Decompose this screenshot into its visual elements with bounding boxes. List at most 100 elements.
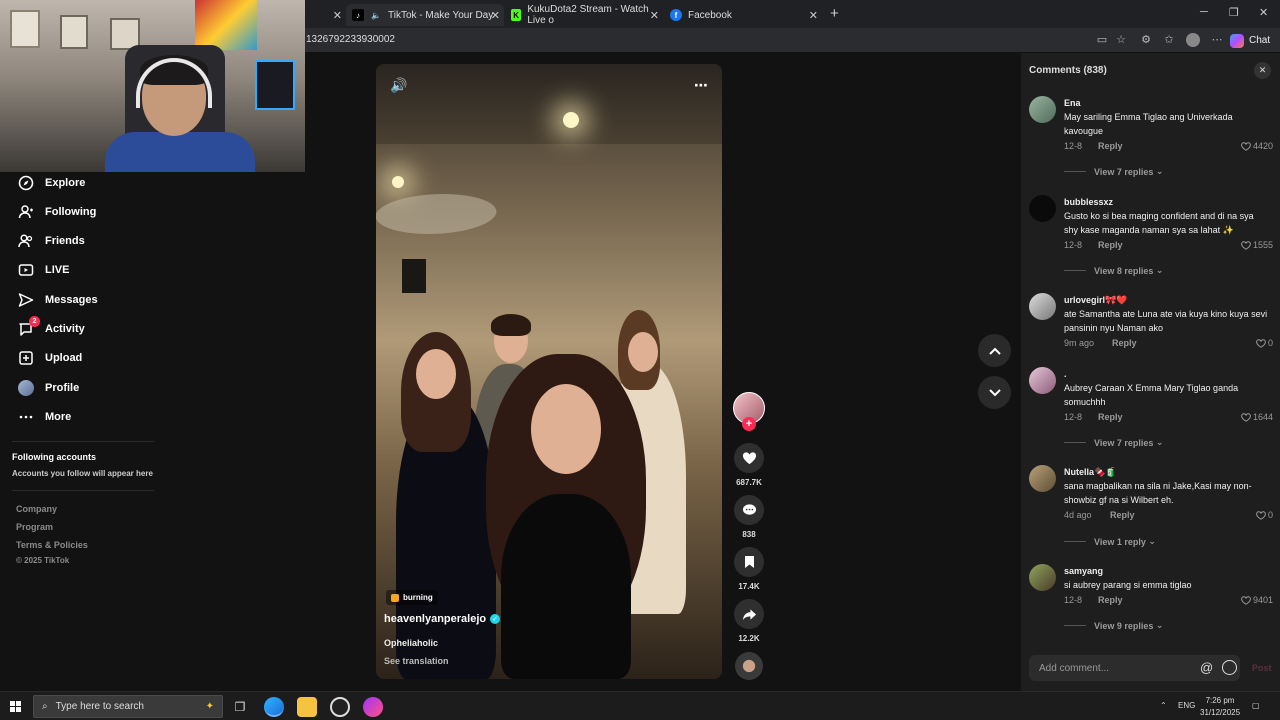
comment-avatar[interactable] — [1029, 195, 1056, 222]
comment-avatar[interactable] — [1029, 367, 1056, 394]
reply-button[interactable]: Reply — [1098, 595, 1123, 605]
view-replies[interactable]: View 1 reply ⌄ — [1064, 536, 1156, 547]
windows-start-icon[interactable] — [10, 701, 22, 713]
minimize-icon[interactable]: ─ — [1200, 6, 1208, 18]
sidebar-item-explore[interactable]: Explore — [18, 173, 85, 193]
close-tab-icon[interactable]: ✕ — [333, 9, 342, 22]
tray-chevron-icon[interactable]: ⌃ — [1160, 701, 1167, 710]
comment-author[interactable]: samyang — [1064, 566, 1103, 576]
comment-like-button[interactable]: 1555 — [1237, 240, 1273, 250]
view-replies[interactable]: View 7 replies ⌄ — [1064, 166, 1163, 177]
like-button[interactable]: 687.7K — [733, 443, 765, 487]
chevron-up-icon — [988, 347, 1001, 355]
close-tab-icon[interactable]: ✕ — [650, 9, 659, 22]
sidebar-item-upload[interactable]: Upload — [18, 348, 82, 368]
file-explorer-icon[interactable] — [297, 697, 317, 717]
comment-like-button[interactable]: 4420 — [1237, 141, 1273, 151]
view-replies[interactable]: View 8 replies ⌄ — [1064, 265, 1163, 276]
comment-author[interactable]: bubblessxz — [1064, 197, 1113, 207]
extensions-icon[interactable]: ⚙ — [1139, 33, 1153, 47]
comments-panel: Comments (838) ✕ Ena May sariling Emma T… — [1021, 53, 1280, 691]
comment-button[interactable]: 838 — [733, 495, 765, 539]
messenger-icon[interactable] — [363, 697, 383, 717]
reply-button[interactable]: Reply — [1098, 412, 1123, 422]
comment-author[interactable]: Ena — [1064, 98, 1081, 108]
comment-avatar[interactable] — [1029, 465, 1056, 492]
sidebar-item-label: More — [45, 411, 72, 423]
reply-button[interactable]: Reply — [1112, 338, 1137, 348]
taskbar-clock[interactable]: 7:26 pm 31/12/2025 — [1200, 695, 1240, 719]
video-username[interactable]: heavenlyanperalejo ✓ — [384, 613, 501, 625]
sidebar-item-messages[interactable]: Messages — [18, 290, 98, 310]
comment-avatar[interactable] — [1029, 564, 1056, 591]
view-replies[interactable]: View 7 replies ⌄ — [1064, 437, 1163, 448]
comment-like-button[interactable]: 9401 — [1237, 595, 1273, 605]
tab-facebook[interactable]: f Facebook ✕ — [664, 4, 822, 26]
reply-button[interactable]: Reply — [1098, 141, 1123, 151]
close-tab-icon[interactable]: ✕ — [491, 9, 500, 22]
video-player[interactable]: 🔊 ⋯ burning heavenlyanperalejo ✓ Ophelia… — [376, 64, 722, 679]
tiktok-icon: ♪ — [352, 9, 364, 21]
sidebar-item-following[interactable]: Following — [18, 202, 96, 222]
close-icon[interactable]: ✕ — [1254, 62, 1271, 79]
share-button[interactable]: 12.2K — [733, 599, 765, 643]
comment-text: ate Samantha ate Luna ate via kuya kino … — [1064, 309, 1268, 333]
sidebar-item-activity[interactable]: 2 Activity — [18, 316, 85, 339]
tab-kuku[interactable]: K KukuDota2 Stream - Watch Live o ✕ — [505, 4, 663, 26]
footer-link-terms[interactable]: Terms & Policies — [16, 540, 88, 550]
music-disc[interactable] — [735, 652, 763, 680]
favorites-icon[interactable]: ✩ — [1162, 33, 1176, 47]
copilot-chat-button[interactable]: Chat — [1230, 32, 1270, 49]
follow-plus-icon[interactable]: + — [742, 417, 756, 431]
comment-like-button[interactable]: 1644 — [1237, 412, 1273, 422]
sidebar-item-friends[interactable]: Friends — [18, 231, 85, 251]
comment-author[interactable]: . — [1064, 369, 1067, 379]
edge-icon[interactable] — [264, 697, 284, 717]
speaker-icon[interactable]: 🔊 — [390, 77, 407, 94]
favorite-star-icon[interactable]: ☆ — [1114, 33, 1128, 47]
close-tab-icon[interactable]: ✕ — [809, 9, 818, 22]
comment-avatar[interactable] — [1029, 293, 1056, 320]
new-tab-icon[interactable]: + — [830, 5, 839, 22]
reply-button[interactable]: Reply — [1110, 510, 1135, 520]
close-window-icon[interactable]: ✕ — [1259, 6, 1268, 19]
sidebar-item-more[interactable]: More — [18, 407, 71, 427]
comment-like-button[interactable]: 0 — [1237, 510, 1273, 520]
obs-icon[interactable] — [330, 697, 350, 717]
tab-tiktok[interactable]: ♪ 🔈 TikTok - Make Your Day ✕ — [346, 4, 504, 26]
emoji-icon[interactable] — [1222, 660, 1237, 675]
taskbar-search[interactable]: ⌕ Type here to search ✦ — [33, 695, 223, 718]
comment-like-button[interactable]: 0 — [1237, 338, 1273, 348]
reader-icon[interactable]: ▭ — [1095, 33, 1109, 47]
comment-date: 9m ago — [1064, 338, 1095, 348]
comment-author[interactable]: Nutella🍫🧃 — [1064, 467, 1116, 478]
notification-icon[interactable]: ▢ — [1252, 701, 1260, 710]
url-text[interactable]: 1326792233930002 — [306, 34, 395, 45]
view-replies-label: View 7 replies — [1094, 437, 1154, 448]
mention-icon[interactable]: @ — [1200, 660, 1213, 675]
restore-icon[interactable]: ❐ — [1229, 6, 1239, 19]
language-indicator[interactable]: ENG — [1178, 701, 1195, 710]
speaker-icon[interactable]: 🔈 — [370, 9, 382, 21]
comment-author[interactable]: urlovegirl🎀❤️ — [1064, 295, 1127, 306]
profile-avatar[interactable] — [1186, 33, 1200, 47]
more-options-icon[interactable]: ⋯ — [694, 77, 708, 94]
view-replies[interactable]: View 9 replies ⌄ — [1064, 620, 1163, 631]
next-video-button[interactable] — [978, 376, 1011, 409]
menu-dots-icon[interactable]: ⋯ — [1210, 33, 1224, 47]
footer-link-company[interactable]: Company — [16, 504, 57, 514]
video-description[interactable]: Opheliaholic — [384, 638, 438, 648]
comment-avatar[interactable] — [1029, 96, 1056, 123]
comment-like-count: 0 — [1267, 338, 1273, 348]
previous-video-button[interactable] — [978, 334, 1011, 367]
save-button[interactable]: 17.4K — [733, 547, 765, 591]
following-accounts-subtext: Accounts you follow will appear here — [12, 469, 153, 478]
reply-button[interactable]: Reply — [1098, 240, 1123, 250]
see-translation-link[interactable]: See translation — [384, 656, 449, 666]
sidebar-item-live[interactable]: LIVE — [18, 260, 69, 280]
sidebar-item-profile[interactable]: Profile — [18, 378, 79, 398]
footer-link-program[interactable]: Program — [16, 522, 53, 532]
tab-hidden[interactable]: ✕ — [306, 4, 346, 26]
task-view-icon[interactable]: ❐ — [230, 697, 250, 717]
post-button[interactable]: Post — [1252, 663, 1272, 673]
